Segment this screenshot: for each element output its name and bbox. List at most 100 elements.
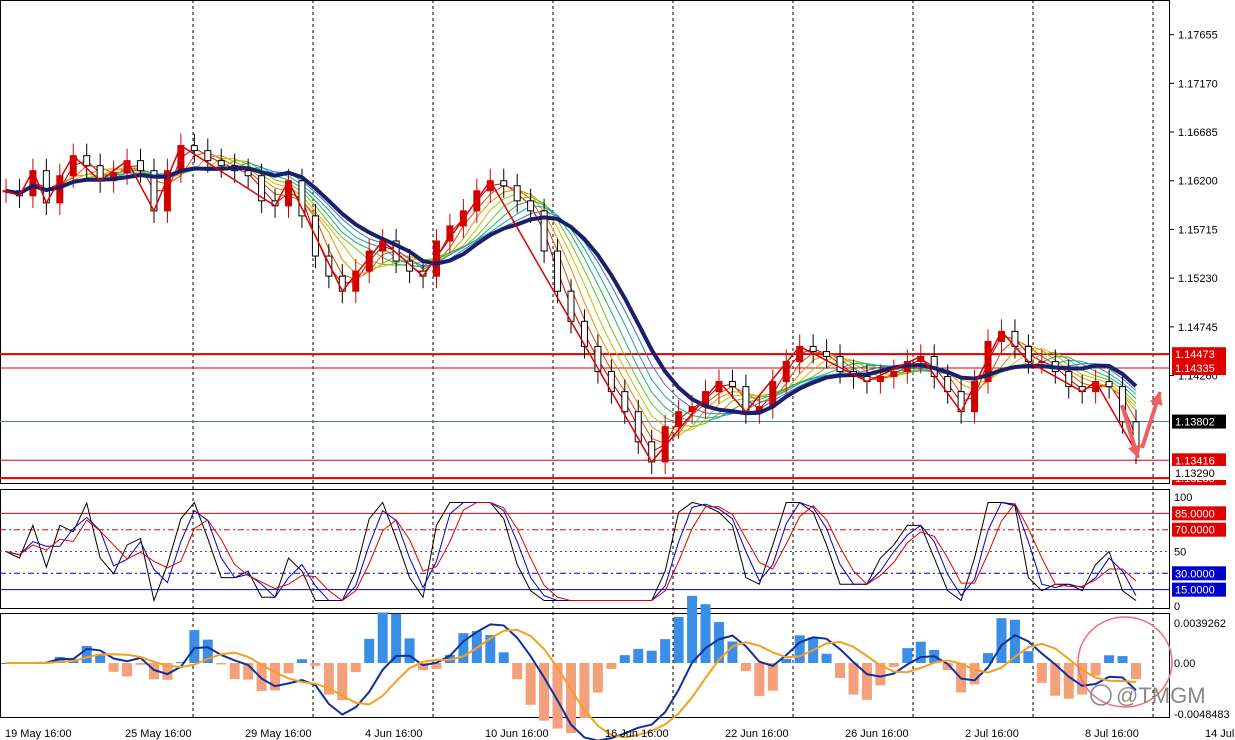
time-tick-7: 26 Jun 16:00: [845, 728, 909, 740]
macd-bar-38: [512, 663, 523, 680]
candle-body-39: [527, 200, 535, 212]
macd-bar-49: [660, 639, 671, 663]
osc-level-tag-0: 85.0000: [1175, 508, 1215, 520]
level-tag-0: 1.14473: [1175, 349, 1215, 361]
candle-body-32: [432, 240, 440, 277]
candle-body-82: [1105, 381, 1113, 388]
macd-bar-55: [740, 663, 751, 672]
candle-body-37: [500, 180, 508, 187]
candle-body-54: [728, 381, 736, 388]
macd-bar-44: [592, 663, 603, 693]
time-tick-10: 14 Jul 16:00: [1205, 728, 1235, 740]
osc-level-tag-1: 70.0000: [1175, 525, 1215, 537]
macd-tick-1: 0.00: [1174, 658, 1195, 670]
macd-bar-56: [754, 663, 765, 697]
candle-body-6: [83, 155, 91, 167]
macd-bar-66: [888, 663, 899, 667]
macd-bar-14: [189, 630, 200, 663]
candle-body-43: [580, 320, 588, 347]
osc-tick-1: 50: [1174, 547, 1186, 559]
level-tag-3: 1.13416: [1175, 455, 1215, 467]
time-tick-9: 8 Jul 16:00: [1085, 728, 1139, 740]
time-tick-8: 2 Jul 16:00: [965, 728, 1019, 740]
time-tick-3: 4 Jun 16:00: [365, 728, 423, 740]
time-tick-2: 29 May 16:00: [245, 728, 312, 740]
candle-body-55: [742, 386, 750, 413]
macd-bar-63: [848, 663, 859, 695]
macd-bar-23: [310, 663, 321, 666]
macd-bar-47: [633, 648, 644, 663]
price-tick-0: 1.17655: [1178, 30, 1218, 42]
price-tick-1: 1.17170: [1178, 78, 1218, 90]
macd-bar-39: [525, 663, 536, 705]
macd-bar-45: [606, 663, 617, 669]
osc-level-tag-3: 15.0000: [1175, 585, 1215, 597]
candle-body-18: [244, 170, 252, 177]
price-tick-2: 1.16685: [1178, 127, 1218, 139]
macd-bar-76: [1023, 651, 1034, 663]
price-tick-6: 1.14745: [1178, 322, 1218, 334]
macd-bar-9: [122, 663, 133, 677]
candle-body-50: [675, 411, 683, 428]
price-tick-5: 1.15230: [1178, 273, 1218, 285]
trading-chart[interactable]: 1.17655 1.17170 1.16685 1.16200 1.15715 1.152…: [0, 0, 1235, 740]
macd-bar-74: [996, 618, 1007, 663]
candle-body-41: [554, 250, 562, 292]
macd-bar-8: [108, 663, 119, 672]
macd-bar-83: [1117, 656, 1128, 663]
macd-bar-22: [296, 659, 307, 663]
macd-bar-64: [861, 663, 872, 700]
candle-body-10: [137, 160, 145, 172]
time-tick-1: 25 May 16:00: [125, 728, 192, 740]
macd-bar-27: [364, 638, 375, 663]
macd-bar-17: [229, 663, 240, 680]
osc-tick-0: 100: [1174, 492, 1192, 504]
time-tick-5: 16 Jun 16:00: [605, 728, 669, 740]
candle-body-61: [823, 350, 831, 357]
macd-bar-84: [1131, 663, 1141, 680]
macd-bar-51: [687, 595, 698, 663]
macd-bar-82: [1104, 655, 1115, 663]
level-tag-1: 1.14335: [1175, 363, 1215, 375]
macd-bar-50: [673, 616, 684, 663]
level-tag-5: 1.13290: [1175, 468, 1215, 480]
macd-bar-46: [619, 655, 630, 663]
macd-bar-21: [283, 663, 294, 674]
macd-bar-28: [377, 612, 388, 663]
candle-body-22: [298, 180, 306, 217]
price-tick-3: 1.16200: [1178, 176, 1218, 188]
level-price-tags: 1.144731.143351.138021.134161.132381.132…: [1172, 347, 1226, 486]
level-tag-2: 1.13802: [1175, 417, 1215, 429]
macd-bar-62: [835, 663, 846, 679]
macd-bar-16: [216, 663, 227, 665]
candle-body-60: [809, 345, 817, 352]
candle-body-16: [217, 160, 225, 167]
price-tick-4: 1.15715: [1178, 224, 1218, 236]
price-axis: 1.17655 1.17170 1.16685 1.16200 1.15715 1.152…: [1169, 30, 1218, 383]
macd-bar-48: [646, 650, 657, 663]
macd-bar-42: [566, 663, 576, 733]
time-axis: 19 May 16:00 25 May 16:00 29 May 16:00 4 Ju…: [5, 728, 1235, 740]
macd-tick-0: 0.0039262: [1174, 618, 1226, 630]
macd-bar-34: [458, 633, 469, 663]
osc-level-tag-2: 30.0000: [1175, 568, 1215, 580]
time-tick-0: 19 May 16:00: [5, 728, 72, 740]
candle-body-77: [1038, 360, 1046, 363]
time-tick-6: 22 Jun 16:00: [725, 728, 789, 740]
macd-bar-81: [1090, 663, 1101, 676]
macd-bar-77: [1036, 663, 1047, 683]
macd-bar-79: [1063, 663, 1074, 699]
oscillator-axis: 85.0000 70.0000 30.0000 15.0000 100 50 0: [1172, 492, 1226, 613]
macd-bar-59: [794, 635, 805, 663]
candle-body-14: [190, 145, 198, 152]
oscillator-panel: [0, 489, 1170, 609]
time-tick-4: 10 Jun 16:00: [485, 728, 549, 740]
macd-tick-2: -0.0048483: [1174, 709, 1230, 721]
macd-bar-37: [498, 652, 509, 663]
candle-body-15: [204, 150, 212, 162]
candle-body-65: [876, 376, 884, 383]
candle-body-46: [621, 391, 629, 413]
macd-bar-58: [781, 658, 792, 663]
watermark-text: @TMGM: [1116, 683, 1206, 708]
osc-tick-2: 0: [1174, 601, 1180, 613]
